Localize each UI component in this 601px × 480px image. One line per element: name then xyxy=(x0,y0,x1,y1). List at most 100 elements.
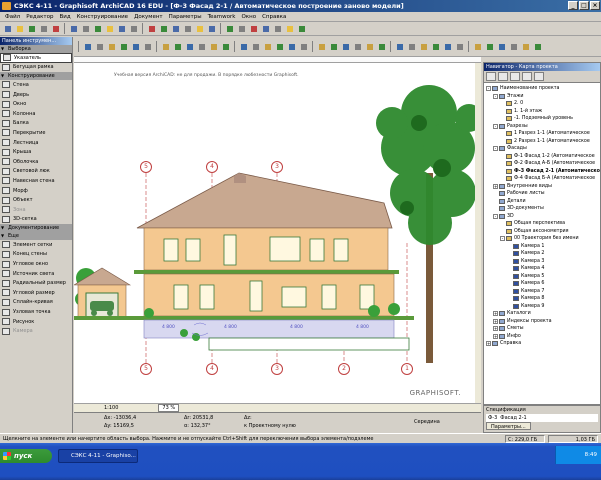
elevation-canvas[interactable]: Учебная версия ArchiCAD: не для продажи.… xyxy=(74,63,481,403)
menu-document[interactable]: Документ xyxy=(131,14,166,20)
info-toolbar-icon[interactable] xyxy=(316,41,327,52)
tree-node[interactable]: + Внутренние виды xyxy=(484,183,600,191)
collapse-icon[interactable]: - xyxy=(493,123,498,129)
tree-node[interactable]: + Справка xyxy=(484,340,600,348)
toolbar-button-icon[interactable] xyxy=(14,23,25,34)
tree-node[interactable]: Ф-2 Фасад А-Б (Автоматическое xyxy=(484,160,600,168)
info-toolbar-icon[interactable] xyxy=(352,41,363,52)
menu-edit[interactable]: Редактор xyxy=(23,14,56,20)
params-button[interactable]: Параметры... xyxy=(486,422,531,430)
tree-node[interactable]: Общая аксонометрия xyxy=(484,228,600,236)
navigator-title[interactable]: Навигатор - Карта проекта xyxy=(484,63,600,71)
toolbar-button-icon[interactable] xyxy=(2,23,13,34)
expand-icon[interactable]: + xyxy=(493,326,498,332)
tool-7[interactable]: Узловая точка xyxy=(0,307,72,317)
info-toolbar-icon[interactable] xyxy=(418,41,429,52)
tree-node[interactable]: 2 Разрез 1-1 (Автоматическое xyxy=(484,138,600,146)
tool-14[interactable]: 3D-сетка xyxy=(0,215,72,225)
organizer-icon[interactable] xyxy=(534,72,544,81)
menu-design[interactable]: Конструирование xyxy=(74,14,131,20)
toolbar-button-icon[interactable] xyxy=(224,23,235,34)
expand-icon[interactable]: + xyxy=(493,311,498,317)
toolbar-button-icon[interactable] xyxy=(50,23,61,34)
tree-node[interactable]: Рабочие листы xyxy=(484,190,600,198)
toolbar-button-icon[interactable] xyxy=(38,23,49,34)
tool-1[interactable]: Конец стены xyxy=(0,250,72,260)
expand-icon[interactable]: + xyxy=(493,183,498,189)
info-toolbar-icon[interactable] xyxy=(532,41,543,52)
info-toolbar-icon[interactable] xyxy=(118,41,129,52)
tool-0[interactable]: Элемент сетки xyxy=(0,240,72,250)
info-toolbar-icon[interactable] xyxy=(394,41,405,52)
toolbar-button-icon[interactable] xyxy=(170,23,181,34)
tree-node[interactable]: - Наименование проекта xyxy=(484,85,600,93)
expand-icon[interactable]: + xyxy=(493,333,498,339)
tree-node[interactable]: Ф-4 Фасад Б-А (Автоматическое xyxy=(484,175,600,183)
toolbar-button-icon[interactable] xyxy=(284,23,295,34)
tool-0[interactable]: Указатель xyxy=(0,53,72,63)
tool-6[interactable]: Сплайн-кривая xyxy=(0,298,72,308)
project-map-icon[interactable] xyxy=(486,72,496,81)
tool-1[interactable]: Дверь xyxy=(0,90,72,100)
collapse-icon[interactable]: - xyxy=(493,213,498,219)
toolbar-button-icon[interactable] xyxy=(92,23,103,34)
info-toolbar-icon[interactable] xyxy=(262,41,273,52)
info-toolbar-icon[interactable] xyxy=(94,41,105,52)
tree-node[interactable]: Камера 6 xyxy=(484,280,600,288)
info-toolbar-icon[interactable] xyxy=(250,41,261,52)
menu-view[interactable]: Вид xyxy=(56,14,73,20)
tree-node[interactable]: 1. 1-й этаж xyxy=(484,108,600,116)
toolbar-button-icon[interactable] xyxy=(206,23,217,34)
toolbar-button-icon[interactable] xyxy=(182,23,193,34)
info-toolbar-icon[interactable] xyxy=(82,41,93,52)
toolbox-group-select[interactable]: Выборка xyxy=(0,45,72,53)
toolbar-button-icon[interactable] xyxy=(104,23,115,34)
toolbar-button-icon[interactable] xyxy=(68,23,79,34)
tool-6[interactable]: Лестница xyxy=(0,138,72,148)
scale-field[interactable]: 1:100 xyxy=(104,405,118,411)
tree-node[interactable]: + Индексы проекта xyxy=(484,318,600,326)
info-toolbar-icon[interactable] xyxy=(484,41,495,52)
taskbar-archicad[interactable]: СЭКС 4-11 - Graphiso... xyxy=(58,449,138,463)
tree-node[interactable]: + Инфо xyxy=(484,333,600,341)
tool-3[interactable]: Колонна xyxy=(0,109,72,119)
expand-icon[interactable]: + xyxy=(493,318,498,324)
tree-node[interactable]: - Фасады xyxy=(484,145,600,153)
reference-origin[interactable]: к Проектному нулю xyxy=(244,423,296,429)
info-toolbar-icon[interactable] xyxy=(496,41,507,52)
tree-node[interactable]: Камера 4 xyxy=(484,265,600,273)
view-map-icon[interactable] xyxy=(498,72,508,81)
collapse-icon[interactable]: - xyxy=(500,236,505,242)
maximize-button[interactable]: □ xyxy=(579,1,589,10)
tree-node[interactable]: Камера 3 xyxy=(484,258,600,266)
vertical-scrollbar[interactable] xyxy=(475,63,481,403)
menu-file[interactable]: Файл xyxy=(2,14,23,20)
toolbar-button-icon[interactable] xyxy=(236,23,247,34)
collapse-icon[interactable]: - xyxy=(493,93,498,99)
tool-5[interactable]: Угловой размер xyxy=(0,288,72,298)
tree-node[interactable]: + Каталоги xyxy=(484,310,600,318)
tree-node[interactable]: Детали xyxy=(484,198,600,206)
toolbar-button-icon[interactable] xyxy=(158,23,169,34)
menu-window[interactable]: Окно xyxy=(238,14,259,20)
toolbox-group-document[interactable]: Документирование xyxy=(0,224,72,233)
tool-5[interactable]: Перекрытие xyxy=(0,128,72,138)
info-toolbar-icon[interactable] xyxy=(364,41,375,52)
tool-4[interactable]: Радиальный размер xyxy=(0,278,72,288)
tool-3[interactable]: Источник света xyxy=(0,269,72,279)
info-toolbar-icon[interactable] xyxy=(376,41,387,52)
expand-icon[interactable]: + xyxy=(486,341,491,347)
tool-9[interactable]: Камера xyxy=(0,326,72,336)
tool-0[interactable]: Стена xyxy=(0,80,72,90)
info-toolbar-icon[interactable] xyxy=(328,41,339,52)
tool-12[interactable]: Объект xyxy=(0,195,72,205)
tree-node[interactable]: Камера 7 xyxy=(484,288,600,296)
toolbar-button-icon[interactable] xyxy=(26,23,37,34)
tree-node[interactable]: - Этажи xyxy=(484,93,600,101)
tool-4[interactable]: Балка xyxy=(0,119,72,129)
tool-7[interactable]: Крыша xyxy=(0,147,72,157)
info-toolbar-icon[interactable] xyxy=(508,41,519,52)
publisher-icon[interactable] xyxy=(522,72,532,81)
collapse-icon[interactable]: - xyxy=(486,86,491,92)
tree-node[interactable]: Камера 1 xyxy=(484,243,600,251)
